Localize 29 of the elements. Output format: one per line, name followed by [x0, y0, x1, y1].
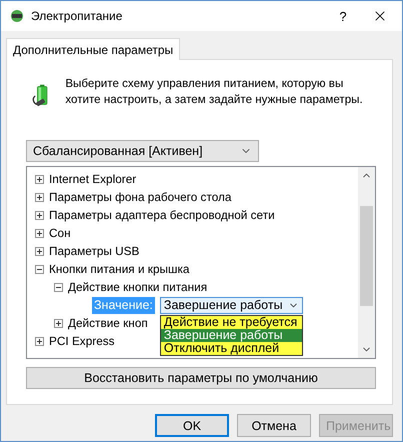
- tree-item[interactable]: Internet Explorer: [49, 172, 136, 186]
- expand-icon[interactable]: [35, 246, 44, 256]
- tree-item[interactable]: Параметры фона рабочего стола: [49, 190, 232, 204]
- value-dropdown[interactable]: Завершение работы: [160, 296, 303, 314]
- tree-item[interactable]: Кнопки питания и крышка: [49, 262, 190, 276]
- expand-icon[interactable]: [35, 336, 44, 346]
- expand-icon[interactable]: [35, 210, 44, 220]
- collapse-icon[interactable]: [35, 264, 44, 274]
- tree-item[interactable]: Параметры адаптера беспроводной сети: [49, 208, 275, 222]
- dropdown-option[interactable]: Завершение работы: [160, 328, 302, 342]
- help-button[interactable]: ?: [328, 8, 358, 24]
- expand-icon[interactable]: [35, 192, 44, 202]
- expand-icon[interactable]: [35, 174, 44, 184]
- expand-icon[interactable]: [35, 228, 44, 238]
- tree-item[interactable]: Действие кноп: [68, 316, 148, 330]
- dialog-button[interactable]: OK: [155, 414, 229, 437]
- scheme-dropdown[interactable]: Сбалансированная [Активен]: [26, 140, 259, 162]
- expand-icon[interactable]: [54, 318, 63, 328]
- tree-item[interactable]: Сон: [49, 226, 71, 240]
- tab[interactable]: Дополнительные параметры: [6, 38, 180, 60]
- scrollbar[interactable]: [358, 167, 375, 358]
- intro-text: Выберите схему управления питанием, которую вы хотите настроить, а затем задайте нужные параметры.: [65, 76, 364, 108]
- restore-defaults-button[interactable]: Восстановить параметры по умолчанию: [26, 367, 376, 389]
- tree-item[interactable]: Действие кнопки питания: [68, 280, 208, 294]
- tree-item[interactable]: PCI Express: [49, 334, 115, 348]
- tree-item[interactable]: Параметры USB: [49, 244, 140, 258]
- window-title: Электропитание: [31, 9, 124, 23]
- collapse-icon[interactable]: [54, 282, 63, 292]
- dialog-button[interactable]: Отмена: [237, 414, 311, 437]
